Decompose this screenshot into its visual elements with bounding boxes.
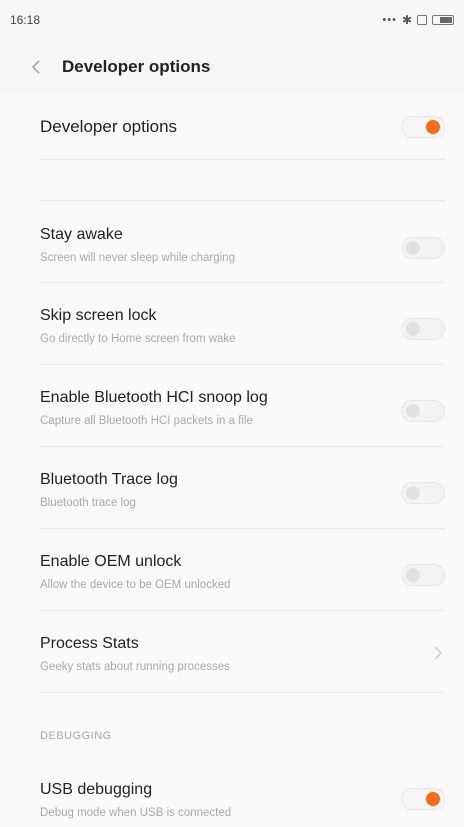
bluetooth-hci-subtitle: Capture all Bluetooth HCI packets in a f… — [40, 415, 253, 427]
status-bar: 16:18 ••• ✱ — [0, 0, 464, 40]
developer-options-row[interactable]: Developer options — [40, 95, 445, 160]
stay-awake-row[interactable]: Stay awake Screen will never sleep while… — [40, 201, 445, 283]
header: Developer options — [0, 44, 464, 90]
process-stats-row[interactable]: Process Stats Geeky stats about running … — [40, 611, 445, 693]
chevron-left-icon[interactable] — [26, 57, 46, 77]
skip-screen-lock-title: Skip screen lock — [40, 307, 157, 324]
page-title: Developer options — [62, 57, 211, 76]
skip-screen-lock-subtitle: Go directly to Home screen from wake — [40, 333, 236, 345]
toggle-knob — [426, 792, 440, 806]
chevron-right-icon — [434, 646, 442, 660]
stay-awake-title: Stay awake — [40, 226, 123, 243]
developer-options-toggle[interactable] — [401, 116, 445, 138]
toggle-knob — [406, 568, 420, 582]
toggle-knob — [406, 486, 420, 500]
debugging-section-header: DEBUGGING — [40, 730, 112, 742]
stay-awake-toggle[interactable] — [401, 237, 445, 259]
oem-unlock-row[interactable]: Enable OEM unlock Allow the device to be… — [40, 529, 445, 611]
toggle-knob — [426, 120, 440, 134]
sim-icon — [417, 15, 427, 25]
status-time: 16:18 — [10, 13, 41, 27]
usb-debugging-toggle[interactable] — [401, 788, 445, 810]
bluetooth-trace-row[interactable]: Bluetooth Trace log Bluetooth trace log — [40, 447, 445, 529]
usb-debugging-subtitle: Debug mode when USB is connected — [40, 807, 232, 819]
bluetooth-icon: ✱ — [401, 13, 412, 27]
toggle-knob — [406, 322, 420, 336]
oem-unlock-toggle[interactable] — [401, 564, 445, 586]
settings-list: Developer options Stay awake Screen will… — [0, 95, 464, 827]
usb-debugging-row[interactable]: USB debugging Debug mode when USB is con… — [40, 761, 445, 827]
oem-unlock-subtitle: Allow the device to be OEM unlocked — [40, 579, 231, 591]
battery-icon — [432, 15, 454, 25]
bluetooth-hci-toggle[interactable] — [401, 400, 445, 422]
bluetooth-hci-title: Enable Bluetooth HCI snoop log — [40, 389, 268, 406]
signal-dots-icon: ••• — [382, 14, 397, 26]
bluetooth-hci-row[interactable]: Enable Bluetooth HCI snoop log Capture a… — [40, 365, 445, 447]
process-stats-title: Process Stats — [40, 635, 139, 652]
status-icons: ••• ✱ — [382, 13, 454, 27]
usb-debugging-title: USB debugging — [40, 781, 153, 798]
stay-awake-subtitle: Screen will never sleep while charging — [40, 252, 235, 264]
developer-options-label: Developer options — [40, 117, 178, 136]
process-stats-subtitle: Geeky stats about running processes — [40, 661, 230, 673]
bluetooth-trace-toggle[interactable] — [401, 482, 445, 504]
skip-screen-lock-toggle[interactable] — [401, 318, 445, 340]
bluetooth-trace-title: Bluetooth Trace log — [40, 471, 178, 488]
toggle-knob — [406, 241, 420, 255]
spacer-row — [40, 160, 445, 201]
skip-screen-lock-row[interactable]: Skip screen lock Go directly to Home scr… — [40, 283, 445, 365]
toggle-knob — [406, 404, 420, 418]
bluetooth-trace-subtitle: Bluetooth trace log — [40, 497, 136, 509]
oem-unlock-title: Enable OEM unlock — [40, 553, 182, 570]
